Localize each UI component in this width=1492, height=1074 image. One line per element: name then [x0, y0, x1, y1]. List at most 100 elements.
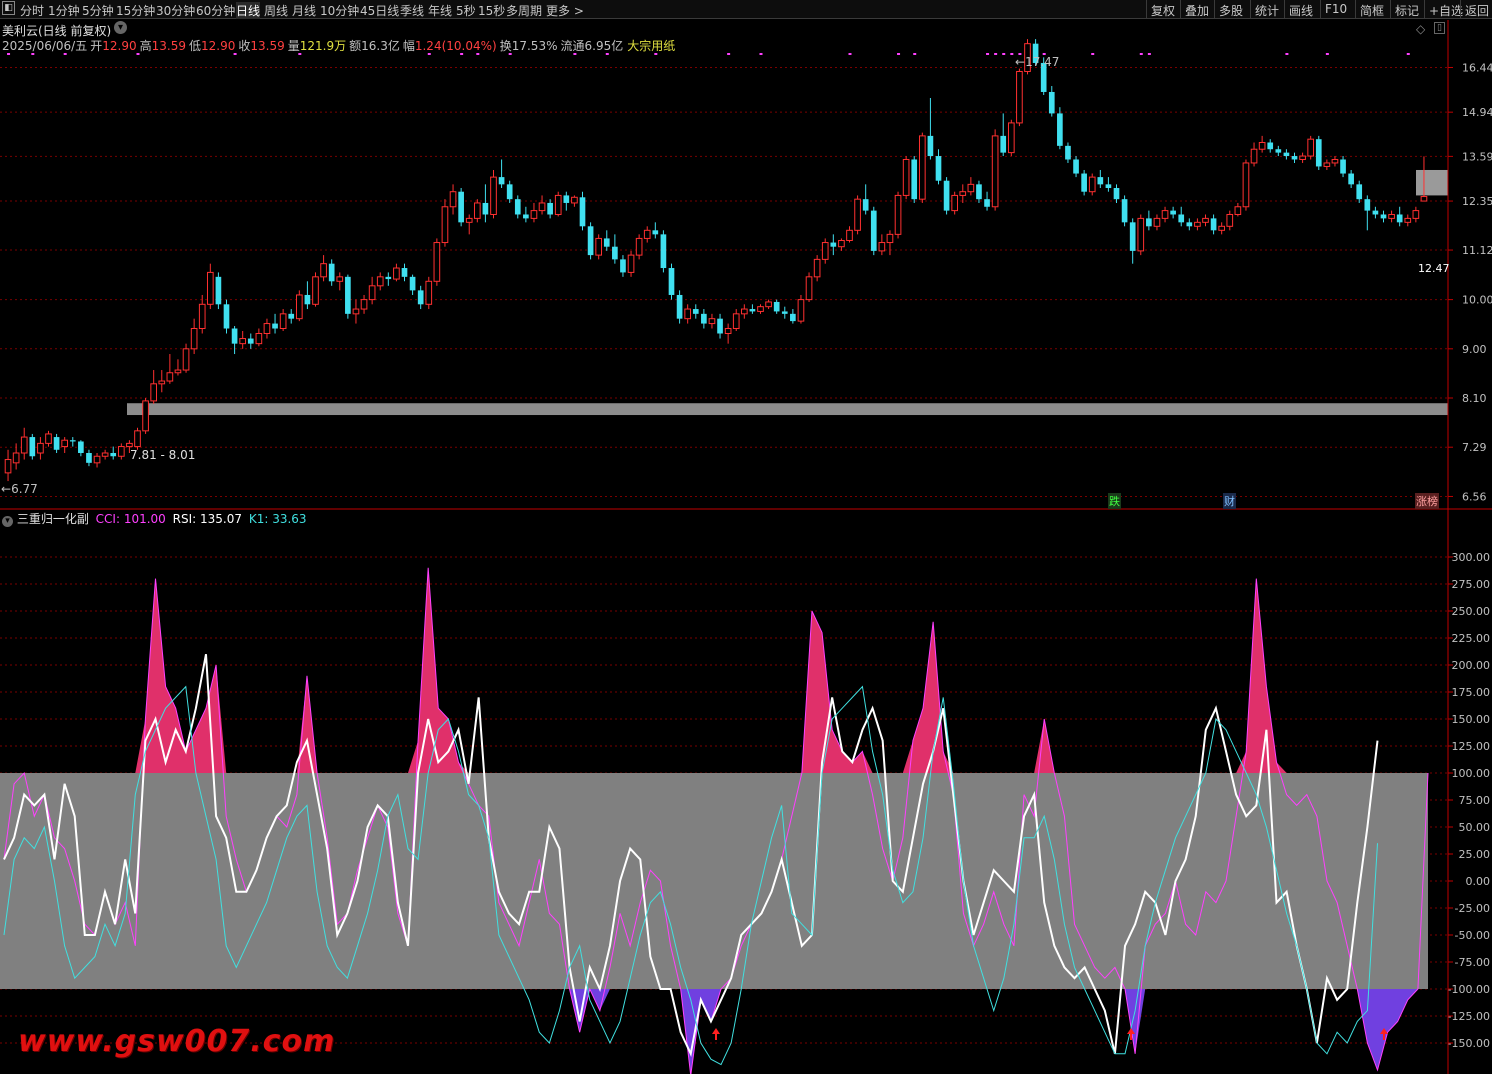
- candle-body: [295, 294, 303, 320]
- candle-45: [368, 276, 376, 305]
- candle-body: [376, 276, 384, 287]
- candle-151: [1226, 210, 1234, 231]
- price-band: [127, 169, 1448, 416]
- price-tick-label-2: 13.59: [1462, 150, 1492, 163]
- candle-123: [1000, 113, 1007, 157]
- candle-61: [498, 159, 505, 189]
- price-tick-label-7: 8.10: [1462, 392, 1487, 405]
- candle-69: [563, 191, 570, 211]
- high-price-value: 17.47: [1025, 55, 1060, 69]
- candle-63: [514, 195, 521, 219]
- candle-body: [1275, 149, 1282, 153]
- candle-body: [708, 318, 716, 325]
- candle-body: [174, 369, 182, 374]
- candle-body: [1057, 113, 1063, 146]
- candle-133: [1081, 169, 1087, 196]
- candle-152: [1234, 202, 1242, 217]
- candle-body: [247, 338, 254, 344]
- candle-14: [117, 443, 125, 460]
- ind-tick-label-5: 175.00: [1452, 686, 1491, 699]
- ind-tick-label-0: 300.00: [1452, 551, 1491, 564]
- candle-body: [1170, 210, 1176, 215]
- candle-124: [1007, 119, 1015, 157]
- candle-35: [288, 309, 295, 324]
- candle-body: [781, 311, 788, 314]
- candle-body: [1105, 184, 1112, 189]
- candle-134: [1088, 173, 1096, 196]
- candle-57: [465, 214, 473, 235]
- signal-dot-18: [986, 53, 990, 55]
- indicator-header: ▾ 三重归一化副 CCI: 101.00 RSI: 135.07 K1: 33.…: [2, 510, 307, 527]
- signal-dot-2: [63, 53, 67, 55]
- candle-body: [1210, 218, 1217, 231]
- candle-body: [523, 214, 529, 219]
- candle-body: [425, 280, 433, 305]
- candle-129: [1048, 86, 1055, 117]
- candle-107: [870, 206, 877, 256]
- candle-119: [967, 177, 975, 196]
- candle-146: [1186, 218, 1193, 231]
- candle-body: [724, 328, 732, 335]
- candle-40: [328, 259, 335, 286]
- buy-arrows: [712, 1028, 1388, 1040]
- candle-body: [1323, 162, 1331, 167]
- candle-body: [255, 333, 263, 345]
- ind-tick-label-11: 25.00: [1459, 848, 1491, 861]
- candle-125: [1016, 68, 1023, 127]
- candle-body: [1404, 217, 1412, 223]
- candle-body: [458, 191, 464, 223]
- event-mark-fall[interactable]: 跌: [1108, 493, 1121, 509]
- event-mark-limit-up[interactable]: 涨榜: [1415, 493, 1439, 509]
- signal-dot-31: [1406, 53, 1410, 55]
- candle-body: [29, 437, 36, 457]
- candle-body: [976, 184, 982, 200]
- event-mark-finance[interactable]: 财: [1223, 493, 1236, 509]
- candle-body: [1250, 148, 1258, 164]
- candle-body: [320, 263, 327, 278]
- candle-body: [1315, 139, 1322, 167]
- current-price-box: [1416, 169, 1448, 196]
- candle-body: [101, 452, 109, 457]
- candle-110: [894, 191, 902, 239]
- signal-dot-26: [1091, 53, 1095, 55]
- candle-body: [142, 400, 149, 432]
- candle-73: [595, 234, 603, 260]
- candle-21: [174, 359, 182, 376]
- candle-97: [790, 309, 796, 324]
- ind-tick-label-2: 250.00: [1452, 605, 1491, 618]
- candle-41: [336, 272, 344, 291]
- ind-tick-label-17: -125.00: [1448, 1010, 1490, 1023]
- signal-dot-5: [298, 53, 302, 55]
- candle-137: [1113, 184, 1120, 203]
- candle-46: [376, 272, 384, 291]
- candle-body: [554, 194, 562, 215]
- candle-body: [53, 437, 60, 450]
- candle-body: [1258, 142, 1266, 150]
- candle-body: [643, 229, 651, 239]
- candle-body: [93, 455, 101, 464]
- candle-145: [1178, 206, 1185, 227]
- signal-dot-13: [727, 53, 731, 55]
- candle-body: [1242, 162, 1250, 208]
- support-band: [127, 403, 1448, 416]
- candle-body: [1396, 214, 1403, 223]
- candle-163: [1323, 159, 1331, 170]
- candle-51: [417, 285, 424, 310]
- indicator-toggle-icon[interactable]: ▾: [2, 516, 13, 527]
- candle-18: [150, 370, 158, 404]
- candle-1: [12, 443, 20, 470]
- price-tick-label-8: 7.29: [1462, 441, 1487, 454]
- candle-68: [554, 191, 562, 217]
- candle-105: [854, 195, 861, 235]
- candle-120: [976, 180, 982, 203]
- candle-body: [312, 276, 319, 305]
- low-price-label: ←6.77: [1, 482, 38, 496]
- candle-body: [368, 285, 376, 301]
- candle-body: [126, 442, 133, 448]
- candle-body: [1412, 210, 1420, 219]
- candle-body: [166, 372, 174, 382]
- candle-42: [345, 274, 351, 319]
- candle-body: [409, 276, 416, 291]
- candle-86: [701, 309, 707, 329]
- candle-74: [603, 230, 610, 251]
